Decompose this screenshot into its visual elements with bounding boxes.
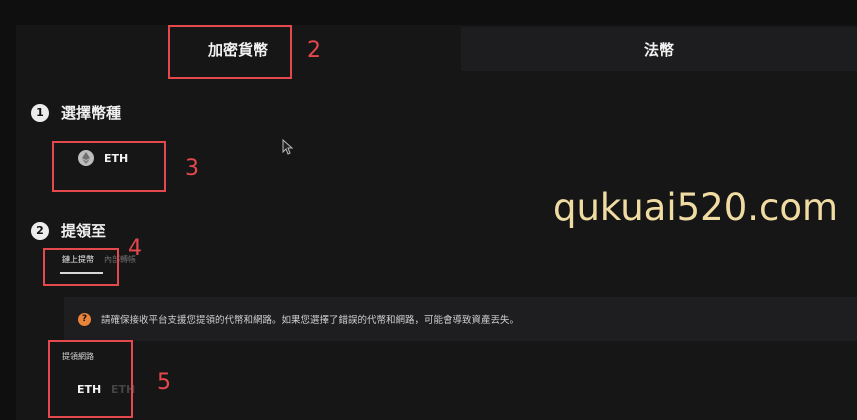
tab-fiat-label: 法幣 bbox=[643, 40, 674, 59]
watermark-text: qukuai520.com bbox=[553, 186, 839, 229]
annotation-number-5: 5 bbox=[157, 370, 171, 395]
warning-text: 請確保接收平台支援您提領的代幣和網路。如果您選擇了錯誤的代幣和網路，可能會導致資… bbox=[101, 315, 520, 326]
step-number-2: 2 bbox=[31, 221, 49, 240]
annotation-box-onchain bbox=[43, 248, 119, 286]
step-title-select-coin: 選擇幣種 bbox=[61, 104, 122, 122]
currency-tab-bar: 加密貨幣 法幣 bbox=[16, 27, 857, 71]
step-select-coin: 1 選擇幣種 bbox=[31, 102, 121, 123]
mouse-cursor-icon bbox=[282, 139, 294, 155]
tab-fiat[interactable]: 法幣 bbox=[461, 27, 857, 71]
annotation-box-network bbox=[48, 340, 133, 418]
annotation-box-crypto-tab bbox=[168, 25, 292, 79]
step-withdraw-to: 2 提領至 bbox=[31, 220, 106, 241]
annotation-box-coin bbox=[52, 141, 166, 192]
annotation-number-4: 4 bbox=[128, 236, 142, 261]
warning-icon: ? bbox=[78, 312, 91, 326]
annotation-number-3: 3 bbox=[185, 156, 199, 181]
step-number-1: 1 bbox=[31, 103, 49, 122]
warning-banner: ? 請確保接收平台支援您提領的代幣和網路。如果您選擇了錯誤的代幣和網路，可能會導… bbox=[64, 297, 857, 341]
annotation-number-2: 2 bbox=[307, 38, 321, 63]
step-title-withdraw-to: 提領至 bbox=[61, 222, 107, 240]
